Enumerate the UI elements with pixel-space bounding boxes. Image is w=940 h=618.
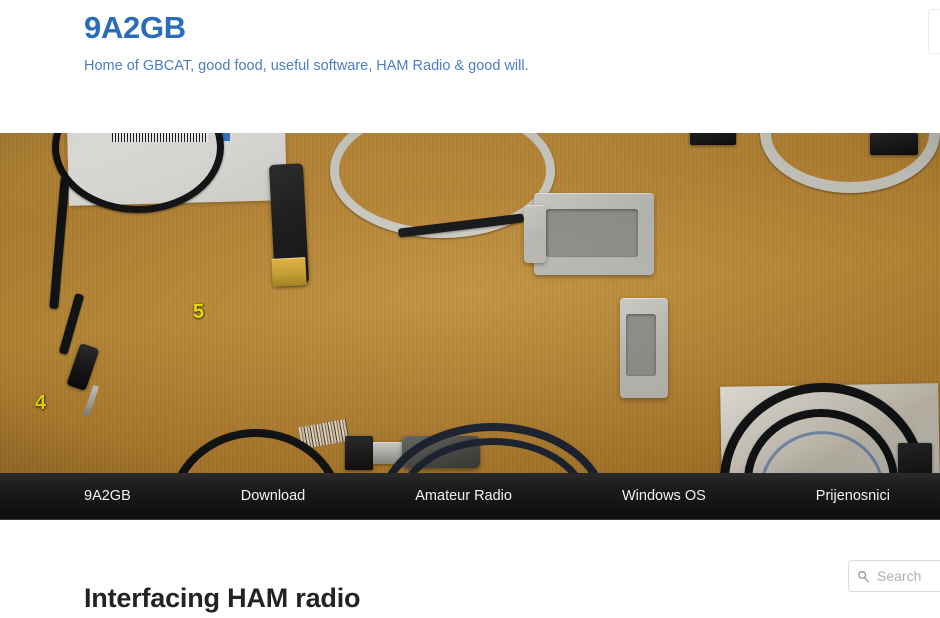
corner-panel — [928, 9, 940, 54]
hero-vignette — [0, 133, 940, 480]
main-content: Interfacing HAM radio — [0, 520, 940, 618]
nav-list: 9A2GB Download Amateur Radio Windows OS … — [0, 473, 940, 520]
search-box[interactable] — [848, 560, 940, 592]
nav-item-download[interactable]: Download — [157, 473, 332, 520]
search-input[interactable] — [877, 568, 940, 584]
nav-link-prijenosnici[interactable]: Prijenosnici — [732, 473, 916, 520]
search-icon — [858, 570, 869, 582]
nav-link-amateur-radio[interactable]: Amateur Radio — [331, 473, 538, 520]
site-header: 9A2GB Home of GBCAT, good food, useful s… — [0, 0, 940, 133]
page-root: 9A2GB Home of GBCAT, good food, useful s… — [0, 0, 940, 618]
nav-link-photos[interactable]: Photos — [916, 473, 940, 520]
page-title: Interfacing HAM radio — [84, 583, 361, 613]
hero-photo-background: 4 5 — [0, 133, 940, 480]
nav-link-download[interactable]: Download — [157, 473, 332, 520]
nav-item-windows-os[interactable]: Windows OS — [538, 473, 732, 520]
nav-item-9a2gb[interactable]: 9A2GB — [0, 473, 157, 520]
nav-item-prijenosnici[interactable]: Prijenosnici — [732, 473, 916, 520]
nav-item-amateur-radio[interactable]: Amateur Radio — [331, 473, 538, 520]
nav-link-9a2gb[interactable]: 9A2GB — [0, 473, 157, 520]
nav-item-photos[interactable]: Photos — [916, 473, 940, 520]
site-title[interactable]: 9A2GB — [84, 10, 186, 45]
hero-image: 4 5 — [0, 133, 940, 480]
nav-link-windows-os[interactable]: Windows OS — [538, 473, 732, 520]
main-navigation: 9A2GB Download Amateur Radio Windows OS … — [0, 473, 940, 520]
site-tagline: Home of GBCAT, good food, useful softwar… — [84, 58, 529, 74]
